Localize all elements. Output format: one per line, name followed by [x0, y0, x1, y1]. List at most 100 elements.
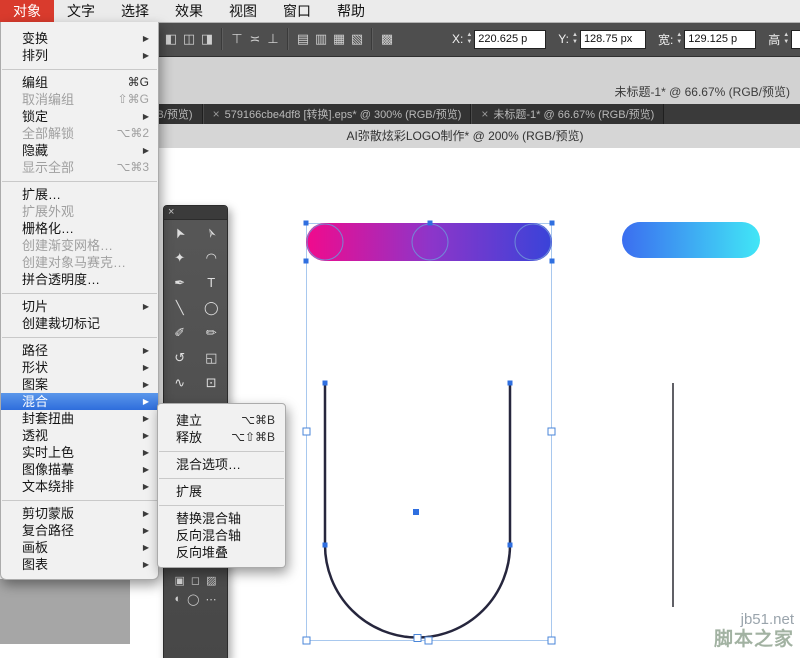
height-input[interactable]: [791, 30, 800, 49]
menu-item-artboards[interactable]: 画板▶: [1, 539, 158, 556]
menu-item-shape[interactable]: 形状▶: [1, 359, 158, 376]
horizontal-align-center-icon[interactable]: ◫: [180, 28, 198, 50]
line-tool-icon: ╲: [176, 300, 184, 316]
align-icon-group: ◧ ◫ ◨ ⊤ ≍ ⊥ ▤ ▥ ▦ ▧ ▩: [162, 28, 396, 50]
distribute-bottom-icon[interactable]: ▦: [330, 28, 348, 50]
free-transform-tool[interactable]: ⊡: [196, 370, 228, 395]
submenu-item-reverse-spine[interactable]: 反向混合轴: [158, 527, 285, 544]
type-tool[interactable]: T: [196, 270, 228, 295]
menu-item-flatten-transparency[interactable]: 拼合透明度…: [1, 271, 158, 288]
menu-item-perspective[interactable]: 透视▶: [1, 427, 158, 444]
pen-tool[interactable]: ✒: [164, 270, 196, 295]
pencil-tool[interactable]: ✏: [196, 320, 228, 345]
horizontal-align-left-icon[interactable]: ◧: [162, 28, 180, 50]
submenu-item-blend-make[interactable]: 建立⌥⌘B: [158, 412, 285, 429]
submenu-item-blend-options[interactable]: 混合选项…: [158, 456, 285, 473]
width-tool[interactable]: ∿: [164, 370, 196, 395]
x-input[interactable]: [474, 30, 546, 49]
menubar-item-window[interactable]: 窗口: [270, 0, 324, 22]
menu-item-label: 替换混合轴: [176, 510, 241, 527]
draw-behind-icon[interactable]: ◻: [191, 574, 200, 587]
magic-wand-tool[interactable]: ✦: [164, 245, 196, 270]
more-options-icon[interactable]: ⋯: [205, 593, 216, 606]
selection-tool[interactable]: ➤: [164, 220, 196, 245]
menubar-item-effect[interactable]: 效果: [162, 0, 216, 22]
menu-item-hide[interactable]: 隐藏▶: [1, 142, 158, 159]
submenu-item-blend-expand[interactable]: 扩展: [158, 483, 285, 500]
stepper-up-icon[interactable]: ▲: [783, 32, 789, 39]
horizontal-align-right-icon[interactable]: ◨: [198, 28, 216, 50]
menu-item-pattern[interactable]: 图案▶: [1, 376, 158, 393]
submenu-item-replace-spine[interactable]: 替换混合轴: [158, 510, 285, 527]
stepper-down-icon[interactable]: ▼: [572, 39, 578, 46]
submenu-arrow-icon: ▶: [143, 108, 149, 125]
lasso-tool[interactable]: ◠: [196, 245, 228, 270]
menubar-item-type[interactable]: 文字: [54, 0, 108, 22]
vertical-align-center-icon[interactable]: ≍: [246, 28, 264, 50]
stepper-down-icon[interactable]: ▼: [783, 39, 789, 46]
y-stepper[interactable]: ▲ ▼: [572, 32, 578, 46]
menu-item-text-wrap[interactable]: 文本绕排▶: [1, 478, 158, 495]
menu-item-live-paint[interactable]: 实时上色▶: [1, 444, 158, 461]
document-tab-eps[interactable]: × 579166cbe4df8 [转换].eps* @ 300% (RGB/预览…: [203, 104, 472, 124]
paintbrush-tool[interactable]: ✐: [164, 320, 196, 345]
menu-item-compound-path[interactable]: 复合路径▶: [1, 522, 158, 539]
menu-item-lock[interactable]: 锁定▶: [1, 108, 158, 125]
height-stepper[interactable]: ▲ ▼: [783, 32, 789, 46]
menu-item-rasterize[interactable]: 栅格化…: [1, 220, 158, 237]
tab-close-icon[interactable]: ×: [481, 107, 488, 121]
scale-tool[interactable]: ◱: [196, 345, 228, 370]
background-window-titlebar[interactable]: 未标题-1* @ 66.67% (RGB/预览): [130, 56, 800, 104]
menu-item-path[interactable]: 路径▶: [1, 342, 158, 359]
y-input[interactable]: [580, 30, 646, 49]
vertical-align-bottom-icon[interactable]: ⊥: [264, 28, 282, 50]
menubar-label: 窗口: [283, 3, 311, 19]
screen-mode-icon[interactable]: ◐: [175, 593, 182, 606]
x-stepper[interactable]: ▲ ▼: [466, 32, 472, 46]
vertical-align-top-icon[interactable]: ⊤: [228, 28, 246, 50]
document-tab-untitled[interactable]: × 未标题-1* @ 66.67% (RGB/预览): [471, 104, 664, 124]
stepper-up-icon[interactable]: ▲: [572, 32, 578, 39]
submenu-item-reverse-front-to-back[interactable]: 反向堆叠: [158, 544, 285, 561]
width-stepper[interactable]: ▲ ▼: [676, 32, 682, 46]
menubar-item-help[interactable]: 帮助: [324, 0, 378, 22]
menu-item-label: 取消编组: [22, 91, 74, 108]
width-input[interactable]: [684, 30, 756, 49]
menu-item-slice[interactable]: 切片▶: [1, 298, 158, 315]
draw-normal-icon[interactable]: ▣: [175, 574, 185, 587]
grid-icon[interactable]: ▩: [378, 28, 396, 50]
menu-shortcut: ⌘G: [128, 74, 149, 91]
distribute-top-icon[interactable]: ▤: [294, 28, 312, 50]
menu-item-graph[interactable]: 图表▶: [1, 556, 158, 573]
menubar-item-object[interactable]: 对象: [0, 0, 54, 22]
tools-panel-header[interactable]: ×: [164, 206, 227, 220]
submenu-item-blend-release[interactable]: 释放⌥⇧⌘B: [158, 429, 285, 446]
menu-item-transform[interactable]: 变换▶: [1, 30, 158, 47]
menu-item-blend[interactable]: 混合▶: [1, 393, 158, 410]
stepper-up-icon[interactable]: ▲: [676, 32, 682, 39]
menu-item-create-crop-marks[interactable]: 创建裁切标记: [1, 315, 158, 332]
close-icon[interactable]: ×: [168, 207, 174, 218]
stepper-down-icon[interactable]: ▼: [466, 39, 472, 46]
menu-item-label: 编组: [22, 74, 48, 91]
menu-item-arrange[interactable]: 排列▶: [1, 47, 158, 64]
front-window-titlebar[interactable]: AI弥散炫彩LOGO制作* @ 200% (RGB/预览): [130, 124, 800, 149]
menu-item-expand[interactable]: 扩展…: [1, 186, 158, 203]
stepper-down-icon[interactable]: ▼: [676, 39, 682, 46]
draw-inside-icon[interactable]: ▨: [206, 574, 216, 587]
menu-item-envelope-distort[interactable]: 封套扭曲▶: [1, 410, 158, 427]
rotate-tool[interactable]: ↺: [164, 345, 196, 370]
ellipse-tool[interactable]: ◯: [196, 295, 228, 320]
menu-item-image-trace[interactable]: 图像描摹▶: [1, 461, 158, 478]
distribute-spacing-icon[interactable]: ▧: [348, 28, 366, 50]
stepper-up-icon[interactable]: ▲: [466, 32, 472, 39]
screen-mode-full-icon[interactable]: ◯: [187, 593, 199, 606]
menu-item-clipping-mask[interactable]: 剪切蒙版▶: [1, 505, 158, 522]
distribute-center-icon[interactable]: ▥: [312, 28, 330, 50]
direct-selection-tool[interactable]: ➢: [196, 220, 228, 245]
tab-close-icon[interactable]: ×: [213, 107, 220, 121]
line-tool[interactable]: ╲: [164, 295, 196, 320]
menu-item-group[interactable]: 编组 ⌘G: [1, 74, 158, 91]
menubar-item-select[interactable]: 选择: [108, 0, 162, 22]
menubar-item-view[interactable]: 视图: [216, 0, 270, 22]
